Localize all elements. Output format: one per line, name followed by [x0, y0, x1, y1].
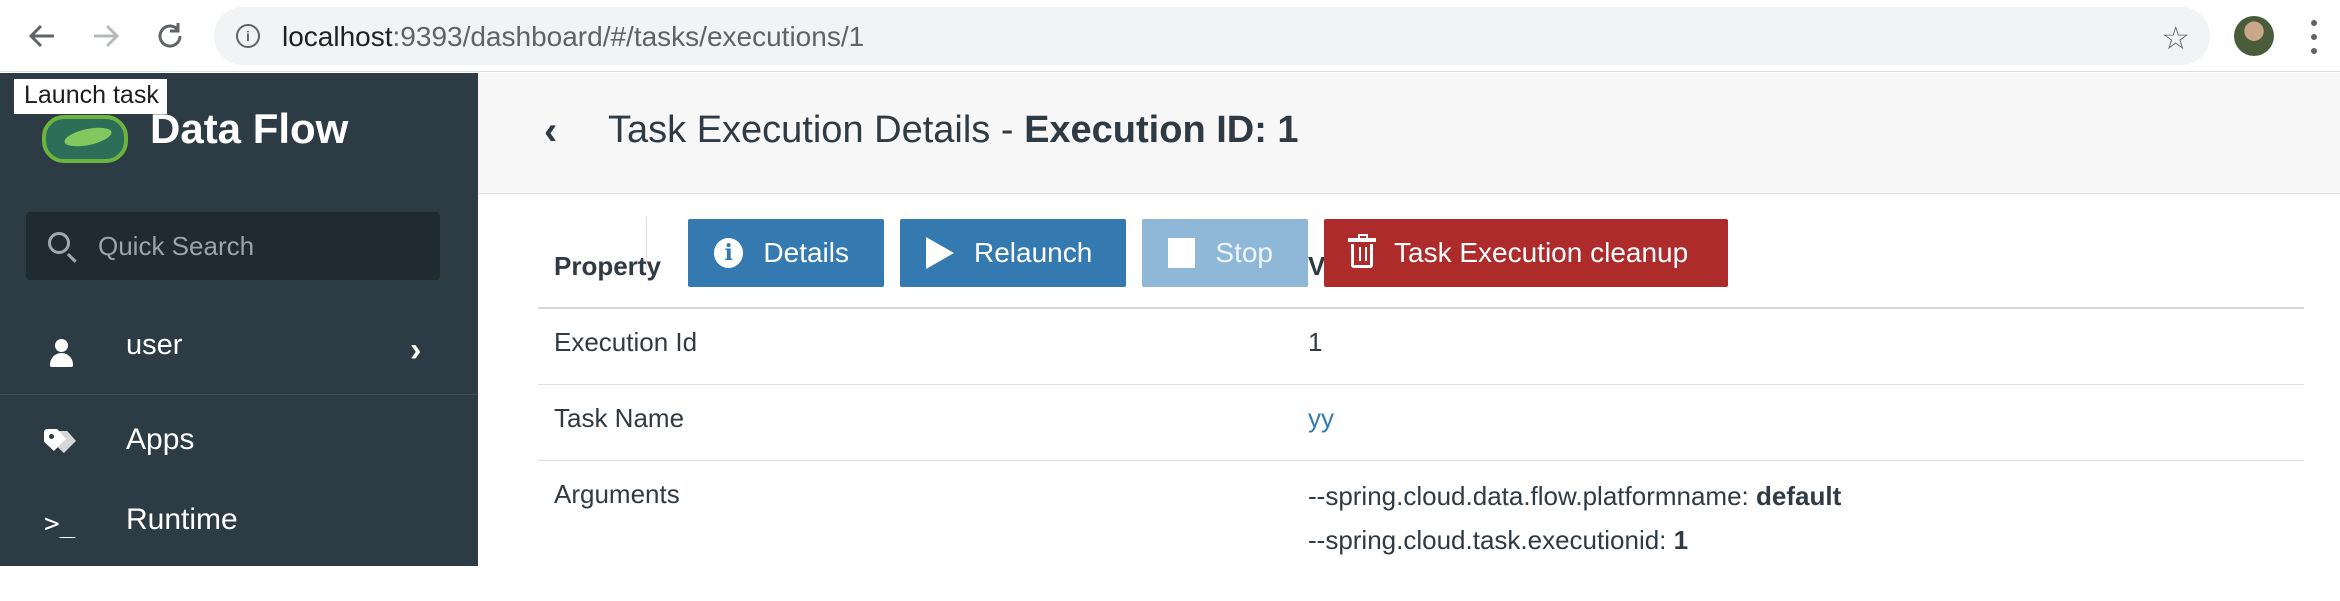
stop-icon: [1168, 238, 1196, 268]
forward-arrow-icon[interactable]: [84, 14, 128, 58]
back-arrow-icon[interactable]: [20, 14, 64, 58]
relaunch-button[interactable]: Relaunch: [900, 219, 1126, 287]
sidebar-item-runtime-label: Runtime: [126, 503, 238, 536]
profile-avatar[interactable]: [2234, 16, 2274, 56]
details-button[interactable]: i Details: [688, 219, 884, 287]
chevron-right-icon: ›: [410, 331, 422, 369]
cleanup-button-label: Task Execution cleanup: [1394, 237, 1689, 268]
table-header: Property V i Details Relaunch Stop Task E…: [538, 195, 2304, 309]
quick-search-box: [26, 212, 440, 280]
terminal-icon: >_: [44, 509, 76, 539]
page-header: ‹ Task Execution Details - Execution ID:…: [478, 73, 2340, 194]
page-title-execution-id: Execution ID: 1: [1024, 109, 1299, 151]
table-row: Task Name yy: [538, 385, 2304, 461]
row-key: Arguments: [554, 479, 680, 509]
sidebar-item-apps-label: Apps: [126, 423, 195, 456]
user-icon: [48, 337, 74, 369]
url-host: localhost: [282, 21, 393, 52]
relaunch-button-label: Relaunch: [974, 237, 1093, 268]
page-title: Task Execution Details - Execution ID: 1: [608, 109, 1299, 152]
row-value: 1: [1308, 327, 1323, 357]
url-path: :9393/dashboard/#/tasks/executions/1: [392, 21, 865, 52]
sidebar-item-user[interactable]: user ›: [0, 319, 478, 395]
sidebar-item-runtime[interactable]: >_ Runtime: [0, 493, 478, 553]
argument-value: default: [1756, 481, 1842, 511]
argument-value: 1: [1673, 525, 1689, 555]
row-key: Task Name: [554, 403, 685, 433]
brand-title: Data Flow: [150, 105, 349, 152]
stop-button[interactable]: Stop: [1142, 219, 1308, 287]
site-info-icon[interactable]: i: [236, 24, 260, 48]
page-title-prefix: Task Execution Details -: [608, 109, 1025, 151]
tags-icon: [44, 429, 76, 455]
column-divider: [646, 217, 647, 269]
argument-line: --spring.cloud.task.executionid: 1: [1308, 525, 1688, 556]
action-toolbar: i Details Relaunch Stop Task Execution cl…: [688, 219, 1728, 287]
info-icon: i: [714, 238, 744, 268]
spring-logo-icon: [42, 115, 128, 163]
table-row: Execution Id 1: [538, 309, 2304, 385]
browser-menu-icon[interactable]: [2310, 20, 2318, 54]
trash-icon: [1348, 234, 1376, 268]
task-name-link[interactable]: yy: [1308, 403, 1334, 434]
tooltip-launch-task: Launch task: [14, 79, 167, 114]
table-row: Arguments --spring.cloud.data.flow.platf…: [538, 461, 2304, 601]
sidebar-item-apps[interactable]: Apps: [0, 413, 478, 473]
sidebar: Launch task Data Flow user › Apps >_ Run…: [0, 73, 478, 566]
details-button-label: Details: [763, 237, 849, 268]
quick-search-input[interactable]: [96, 226, 416, 266]
task-execution-cleanup-button[interactable]: Task Execution cleanup: [1324, 219, 1728, 287]
row-key: Execution Id: [554, 327, 698, 357]
column-header-property: Property: [554, 251, 661, 281]
address-bar[interactable]: i localhost:9393/dashboard/#/tasks/execu…: [214, 7, 2210, 65]
bookmark-star-icon[interactable]: ☆: [2161, 19, 2190, 57]
play-icon: [926, 237, 954, 269]
browser-toolbar: i localhost:9393/dashboard/#/tasks/execu…: [0, 0, 2340, 72]
stop-button-label: Stop: [1215, 237, 1273, 268]
search-icon: [48, 232, 70, 254]
url-text: localhost:9393/dashboard/#/tasks/executi…: [282, 21, 864, 53]
argument-name: --spring.cloud.task.executionid:: [1308, 525, 1674, 555]
argument-name: --spring.cloud.data.flow.platformname:: [1308, 481, 1756, 511]
sidebar-item-user-label: user: [126, 329, 183, 361]
chevron-left-icon[interactable]: ‹: [544, 109, 557, 154]
argument-line: --spring.cloud.data.flow.platformname: d…: [1308, 481, 1841, 512]
reload-icon[interactable]: [148, 14, 192, 58]
